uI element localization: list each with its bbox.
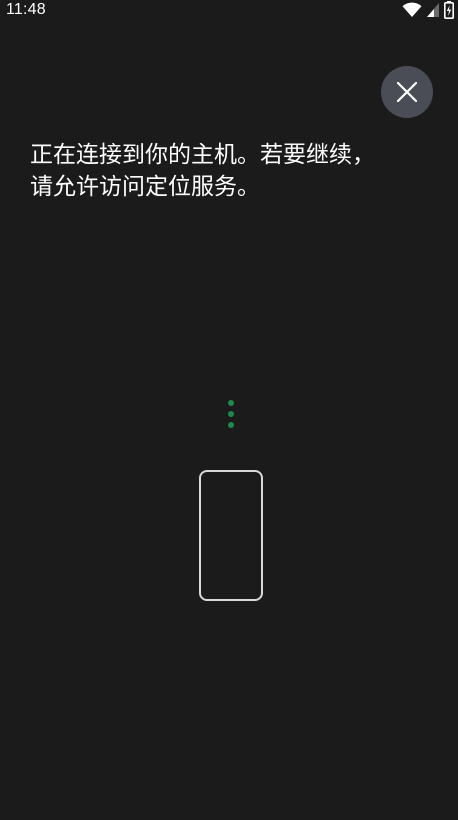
status-icons bbox=[402, 1, 454, 19]
status-bar: 11:48 bbox=[0, 0, 458, 22]
status-time: 11:48 bbox=[6, 1, 46, 18]
cellular-signal-icon bbox=[426, 2, 440, 18]
wifi-icon bbox=[402, 2, 422, 18]
phone-outline-icon bbox=[199, 470, 263, 601]
location-permission-message: 正在连接到你的主机。若要继续， 请允许访问定位服务。 bbox=[30, 139, 430, 203]
message-line-2: 请允许访问定位服务。 bbox=[30, 174, 260, 200]
progress-dot bbox=[228, 422, 234, 428]
close-icon bbox=[396, 81, 418, 103]
close-button[interactable] bbox=[381, 66, 433, 118]
battery-charging-icon bbox=[444, 1, 454, 19]
progress-dot bbox=[228, 400, 234, 406]
progress-dot bbox=[228, 411, 234, 417]
message-line-1: 正在连接到你的主机。若要继续， bbox=[30, 142, 375, 168]
connecting-dots-indicator bbox=[228, 400, 234, 430]
